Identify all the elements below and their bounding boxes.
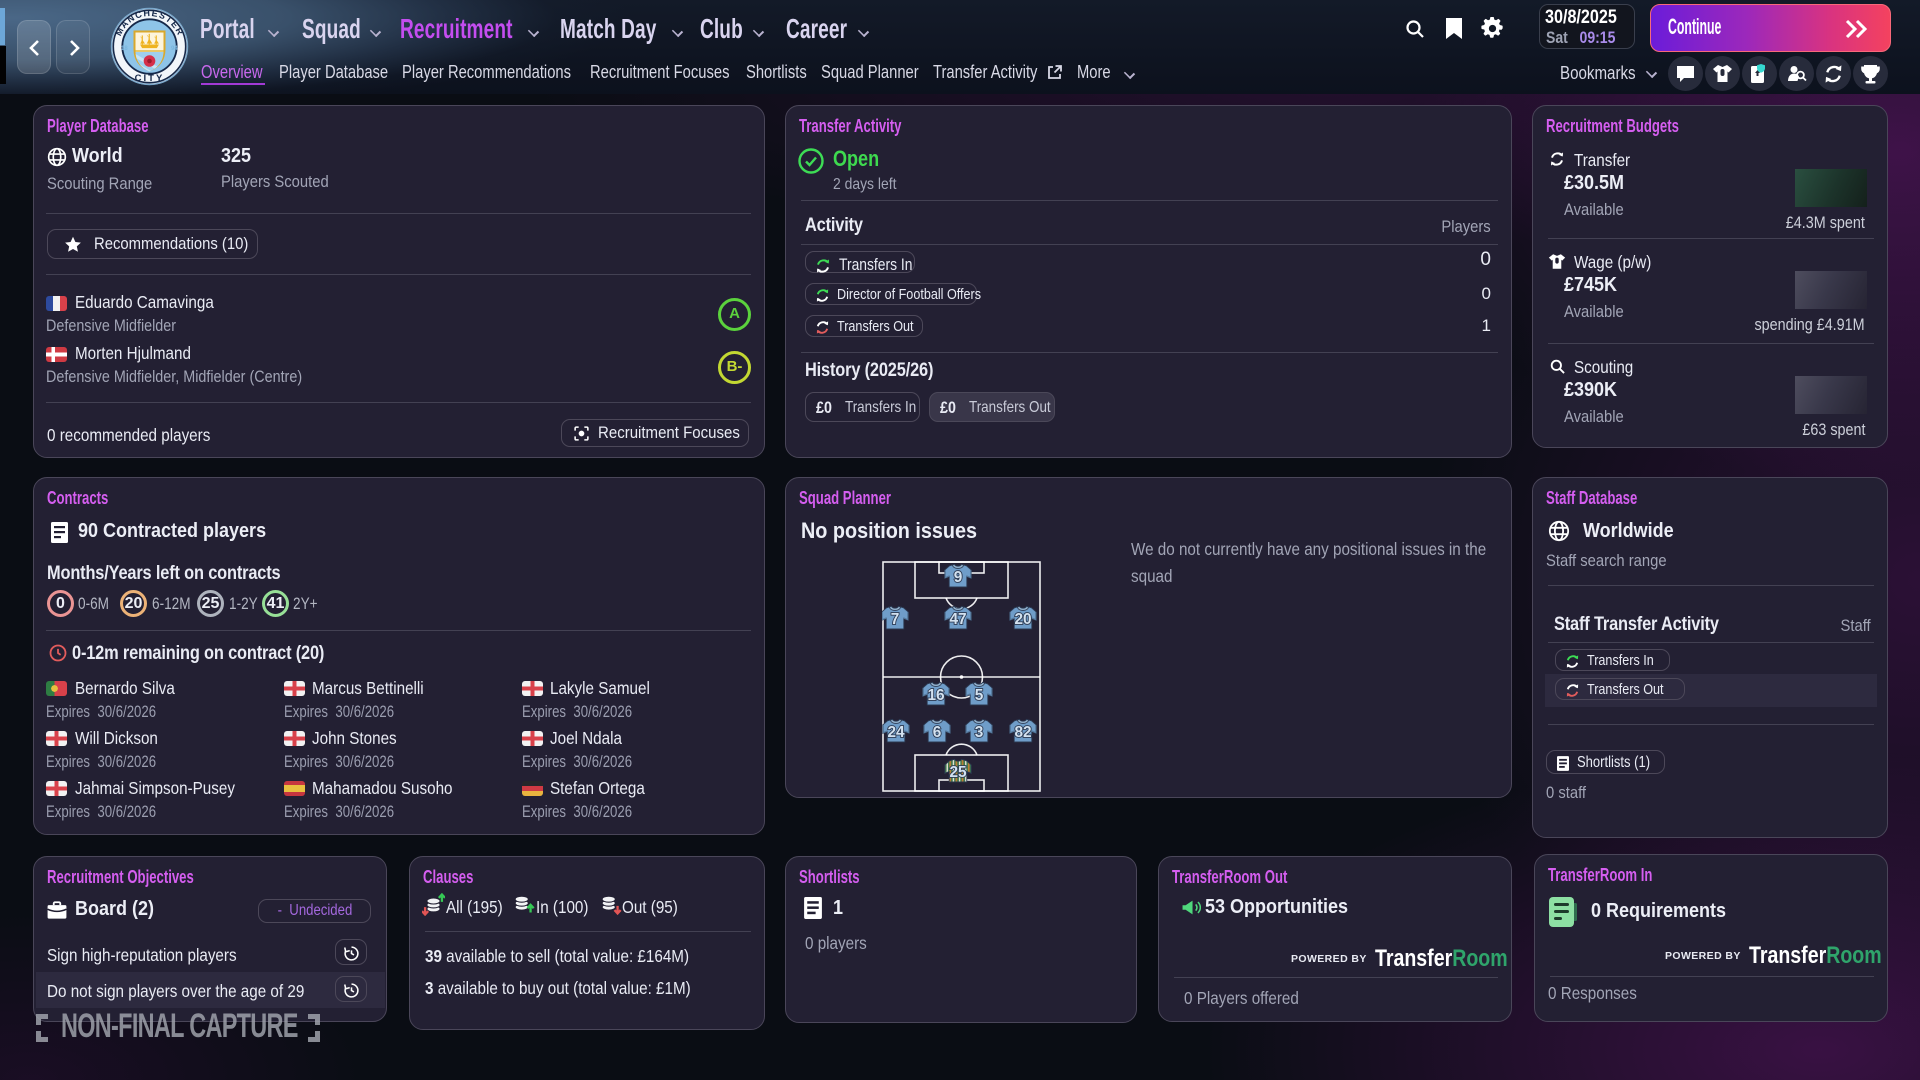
svg-text:24: 24 (887, 724, 905, 741)
svg-text:94: 94 (171, 46, 178, 52)
svg-text:3: 3 (975, 724, 984, 741)
svg-text:47: 47 (949, 611, 966, 628)
svg-text:16: 16 (927, 687, 944, 704)
svg-text:25: 25 (949, 764, 967, 781)
svg-text:5: 5 (975, 687, 984, 704)
svg-text:9: 9 (954, 569, 963, 586)
svg-text:82: 82 (1014, 724, 1031, 741)
svg-text:7: 7 (891, 611, 900, 628)
svg-text:CITY: CITY (135, 73, 165, 84)
svg-text:20: 20 (1014, 611, 1031, 628)
svg-text:18: 18 (121, 46, 128, 52)
svg-text:6: 6 (933, 724, 942, 741)
